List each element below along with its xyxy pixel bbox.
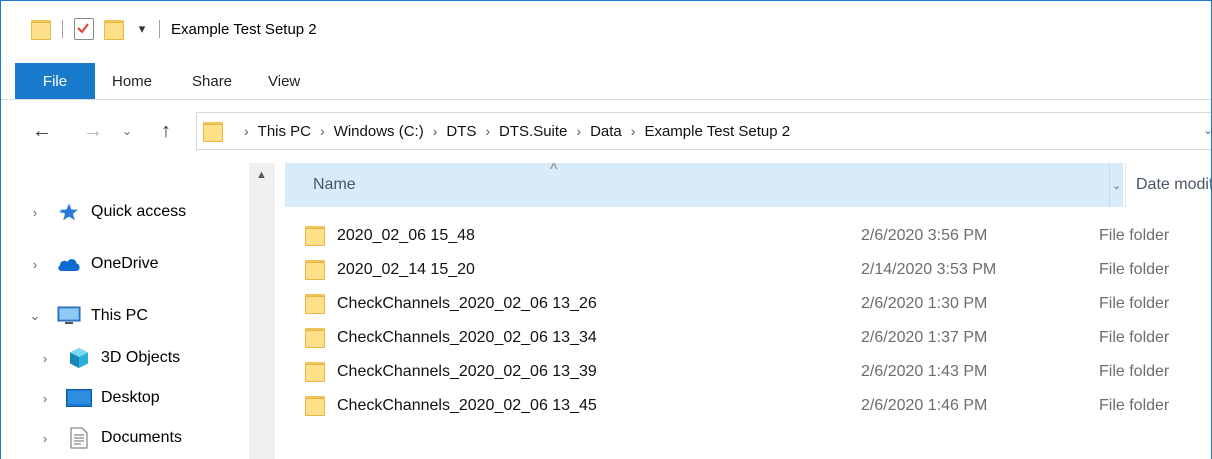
- up-arrow-icon[interactable]: ↑: [151, 116, 181, 146]
- breadcrumb-example-test-setup-2[interactable]: Example Test Setup 2: [644, 123, 790, 140]
- star-icon: [55, 200, 83, 224]
- forward-arrow-icon[interactable]: →: [80, 116, 106, 146]
- expand-chevron-icon[interactable]: ›: [37, 351, 53, 366]
- nav-item-label: Documents: [101, 429, 182, 446]
- folder-icon: [203, 119, 223, 143]
- properties-check-icon[interactable]: [74, 18, 94, 40]
- file-date-modified: 2/6/2020 1:46 PM: [861, 397, 988, 414]
- column-dropdown-chevron-icon[interactable]: ⌄: [1109, 163, 1123, 207]
- folder-icon: [305, 257, 327, 283]
- folder-icon[interactable]: [31, 17, 51, 41]
- file-date-modified: 2/6/2020 1:43 PM: [861, 363, 988, 380]
- column-header-name[interactable]: Name ^ ⌄: [285, 161, 1123, 207]
- breadcrumb-separator[interactable]: ›: [433, 123, 438, 139]
- toolbar-separator: [62, 20, 63, 38]
- ribbon-divider: [1, 99, 1211, 100]
- breadcrumb-dts[interactable]: DTS: [446, 123, 476, 140]
- navigation-pane: › Quick access › OneDrive ⌄ This PC › 3D…: [1, 163, 249, 459]
- nav-item-label: OneDrive: [91, 255, 159, 272]
- file-name: CheckChannels_2020_02_06 13_26: [337, 295, 597, 312]
- new-folder-icon[interactable]: [104, 17, 124, 41]
- file-list-pane: Name ^ ⌄ Date modified Type 2020_02_06 1…: [275, 161, 1211, 459]
- folder-icon: [305, 325, 327, 351]
- monitor-icon: [55, 304, 83, 328]
- file-date-modified: 2/6/2020 3:56 PM: [861, 227, 988, 244]
- address-dropdown-chevron-icon[interactable]: ⌄: [1203, 123, 1211, 137]
- breadcrumb-dts-suite[interactable]: DTS.Suite: [499, 123, 567, 140]
- tab-view[interactable]: View: [262, 63, 322, 99]
- nav-item-desktop[interactable]: › Desktop: [1, 383, 160, 413]
- expand-chevron-icon[interactable]: ›: [37, 391, 53, 406]
- window-title: Example Test Setup 2: [171, 20, 317, 38]
- nav-item-documents[interactable]: › Documents: [1, 423, 182, 453]
- folder-icon: [305, 359, 327, 385]
- expand-chevron-icon[interactable]: ›: [27, 205, 43, 220]
- ribbon-tabs: File Home Share View: [1, 63, 1211, 99]
- file-date-modified: 2/6/2020 1:37 PM: [861, 329, 988, 346]
- nav-pane-scrollbar[interactable]: ▲: [249, 163, 275, 459]
- folder-icon: [305, 393, 327, 419]
- breadcrumb-windows-c[interactable]: Windows (C:): [334, 123, 424, 140]
- breadcrumb-separator[interactable]: ›: [485, 123, 490, 139]
- breadcrumb-separator[interactable]: ›: [244, 123, 249, 139]
- nav-item-label: Quick access: [91, 203, 187, 220]
- file-date-modified: 2/6/2020 1:30 PM: [861, 295, 988, 312]
- explorer-window: ▾ Example Test Setup 2 File Home Share V…: [0, 0, 1212, 459]
- breadcrumb-this-pc[interactable]: This PC: [258, 123, 311, 140]
- sort-ascending-icon: ^: [550, 161, 558, 178]
- folder-icon: [305, 291, 327, 317]
- file-type: File folder: [1099, 363, 1170, 380]
- column-header-label: Date modified: [1136, 176, 1211, 193]
- cloud-icon: [55, 252, 83, 276]
- nav-item-this-pc[interactable]: ⌄ This PC: [1, 301, 148, 331]
- file-row[interactable]: CheckChannels_2020_02_06 13_45 2/6/2020 …: [305, 389, 1211, 423]
- breadcrumb-data[interactable]: Data: [590, 123, 622, 140]
- file-row[interactable]: 2020_02_06 15_48 2/6/2020 3:56 PM File f…: [305, 219, 1211, 253]
- nav-item-label: 3D Objects: [101, 349, 181, 366]
- expand-chevron-icon[interactable]: ›: [27, 257, 43, 272]
- nav-item-onedrive[interactable]: › OneDrive: [1, 249, 159, 279]
- file-row[interactable]: CheckChannels_2020_02_06 13_26 2/6/2020 …: [305, 287, 1211, 321]
- nav-item-label: This PC: [91, 307, 148, 324]
- file-type: File folder: [1099, 397, 1170, 414]
- tab-file[interactable]: File: [15, 63, 95, 99]
- file-type: File folder: [1099, 329, 1170, 346]
- desktop-icon: [65, 386, 93, 410]
- tab-share[interactable]: Share: [192, 63, 262, 99]
- breadcrumb-separator[interactable]: ›: [320, 123, 325, 139]
- file-name: 2020_02_14 15_20: [337, 261, 475, 278]
- column-header-label: Name: [313, 176, 356, 193]
- tab-home[interactable]: Home: [112, 63, 188, 99]
- nav-item-3d-objects[interactable]: › 3D Objects: [1, 343, 180, 373]
- file-type: File folder: [1099, 227, 1170, 244]
- file-row[interactable]: CheckChannels_2020_02_06 13_34 2/6/2020 …: [305, 321, 1211, 355]
- document-icon: [65, 426, 93, 450]
- back-arrow-icon[interactable]: ←: [29, 116, 55, 146]
- file-date-modified: 2/14/2020 3:53 PM: [861, 261, 997, 278]
- toolbar-separator: [159, 20, 160, 38]
- cube-icon: [65, 346, 93, 370]
- nav-item-quick-access[interactable]: › Quick access: [1, 197, 186, 227]
- file-type: File folder: [1099, 295, 1170, 312]
- scroll-up-arrow-icon[interactable]: ▲: [256, 169, 267, 181]
- address-bar[interactable]: › This PC › Windows (C:) › DTS › DTS.Sui…: [196, 112, 1211, 150]
- address-row: ← → ⌄ ↑ › This PC › Windows (C:) › DTS ›…: [1, 108, 1211, 154]
- customize-toolbar-dropdown[interactable]: ▾: [136, 21, 148, 37]
- folder-icon: [305, 223, 327, 249]
- file-name: CheckChannels_2020_02_06 13_39: [337, 363, 597, 380]
- file-row[interactable]: 2020_02_14 15_20 2/14/2020 3:53 PM File …: [305, 253, 1211, 287]
- file-name: CheckChannels_2020_02_06 13_45: [337, 397, 597, 414]
- breadcrumb-separator[interactable]: ›: [576, 123, 581, 139]
- column-header-date-modified[interactable]: Date modified: [1125, 163, 1211, 207]
- title-bar: ▾ Example Test Setup 2: [1, 1, 1211, 57]
- file-row[interactable]: CheckChannels_2020_02_06 13_39 2/6/2020 …: [305, 355, 1211, 389]
- expand-chevron-icon[interactable]: ›: [37, 431, 53, 446]
- recent-locations-chevron-icon[interactable]: ⌄: [117, 116, 137, 146]
- nav-item-label: Desktop: [101, 389, 160, 406]
- file-type: File folder: [1099, 261, 1170, 278]
- file-name: CheckChannels_2020_02_06 13_34: [337, 329, 597, 346]
- breadcrumb-separator[interactable]: ›: [631, 123, 636, 139]
- collapse-chevron-icon[interactable]: ⌄: [27, 308, 43, 324]
- file-name: 2020_02_06 15_48: [337, 227, 475, 244]
